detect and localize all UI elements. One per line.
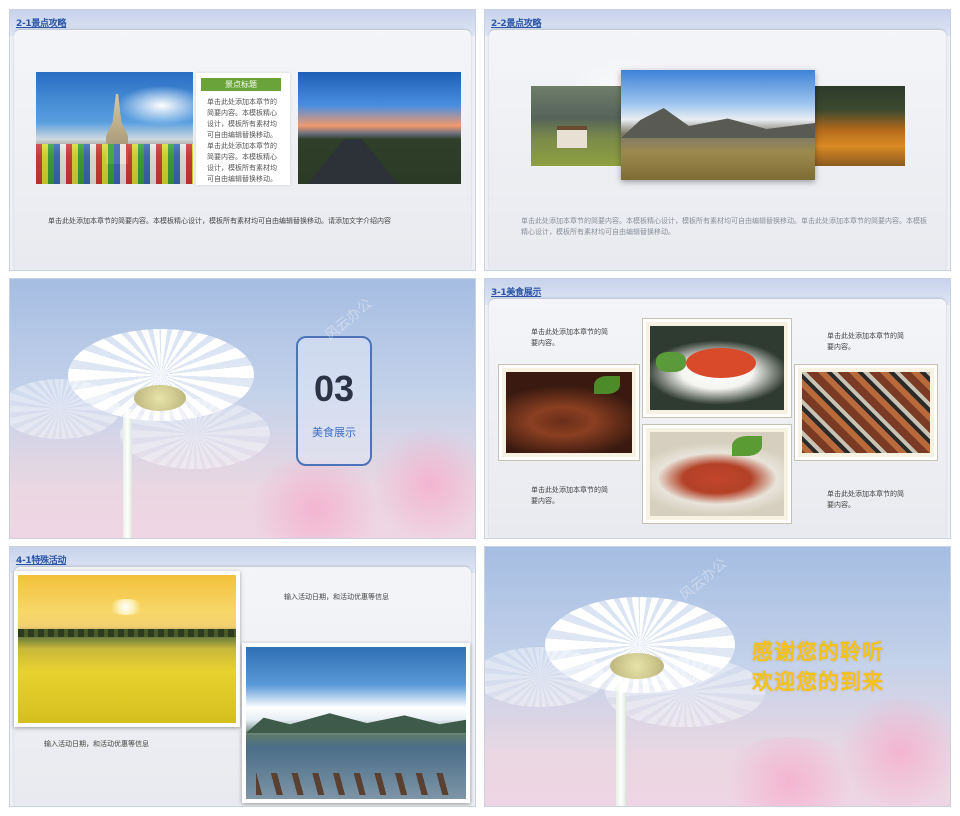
canola-field-photo[interactable] <box>14 571 240 727</box>
scenic-caption: 单击此处添加本章节的简要内容。本模板精心设计，模板所有素材均可自由编辑替换移动。… <box>48 217 391 225</box>
pink-flower <box>240 459 390 538</box>
tibet-stupa-photo[interactable] <box>36 72 193 184</box>
lobster-photo[interactable] <box>642 318 792 418</box>
sun-shape <box>108 599 144 615</box>
tree-line <box>18 629 236 637</box>
mountain-road-photo[interactable] <box>298 72 461 184</box>
watermark: 风云办公 <box>677 555 731 604</box>
slide-food[interactable]: 3-1美食展示 单击此处添加本章节的简要内容。 单击此处添加本章节的简要内容。 … <box>484 278 951 539</box>
scenic-box-text: 单击此处添加本章节的简要内容。本模板精心设计，模板所有素材均可自由编辑替换移动。… <box>207 98 277 183</box>
slide-title: 4-1特殊活动 <box>16 556 67 566</box>
section-number: 03 <box>313 368 355 409</box>
food-caption: 单击此处添加本章节的简要内容。 <box>827 332 904 351</box>
prayer-flags <box>36 144 193 184</box>
mountain-shape <box>246 713 466 733</box>
house-shape <box>557 126 587 148</box>
daisy-stem <box>616 675 626 806</box>
autumn-forest-photo[interactable] <box>815 86 905 166</box>
food-caption: 单击此处添加本章节的简要内容。 <box>531 486 608 505</box>
scenic-box-title: 景点标题 <box>201 78 281 91</box>
section-title: 美食展示 <box>312 426 356 439</box>
slide-scenic-1[interactable]: 2-1景点攻略 景点标题 单击此处添加本章节的简要内容。本模板精心设计，模板所有… <box>9 9 476 271</box>
thanks-line-2: 欢迎您的到来 <box>752 670 884 694</box>
buffet-photo[interactable] <box>794 364 938 461</box>
garnish-shape <box>594 376 620 394</box>
activity-caption-bottom: 输入活动日期，和活动优惠等信息 <box>44 740 149 748</box>
tibetan-house-photo[interactable] <box>531 86 623 166</box>
scenic-info-box[interactable]: 景点标题 单击此处添加本章节的简要内容。本模板精心设计，模板所有素材均可自由编辑… <box>196 73 290 185</box>
daisy-center <box>134 385 186 411</box>
activity-caption-top: 输入活动日期，和活动优惠等信息 <box>284 593 389 601</box>
thanks-message: 感谢您的聆听 欢迎您的到来 <box>752 637 884 697</box>
steak-photo[interactable] <box>498 364 640 461</box>
boats-shape <box>256 773 456 795</box>
food-caption: 单击此处添加本章节的简要内容。 <box>827 490 904 509</box>
slide-title: 2-1景点攻略 <box>16 19 67 29</box>
slide-scenic-2[interactable]: 2-2景点攻略 单击此处添加本章节的简要内容。本模板精心设计，模板所有素材均可自… <box>484 9 951 271</box>
braised-dish-photo[interactable] <box>642 424 792 524</box>
food-caption: 单击此处添加本章节的简要内容。 <box>531 328 608 347</box>
lobster-shape <box>686 348 756 378</box>
slide-activity[interactable]: 4-1特殊活动 输入活动日期，和活动优惠等信息 输入活动日期，和活动优惠等信息 <box>9 546 476 807</box>
slide-title: 3-1美食展示 <box>491 288 542 298</box>
valley-photo[interactable] <box>621 70 815 180</box>
garnish-shape <box>732 436 762 456</box>
daisy-stem <box>123 409 132 538</box>
thanks-line-1: 感谢您的聆听 <box>752 640 884 664</box>
slide-section-food[interactable]: 03 美食展示 风云办公 <box>9 278 476 539</box>
lake-photo[interactable] <box>242 643 470 803</box>
road-shape <box>308 139 398 184</box>
slide-thanks[interactable]: 感谢您的聆听 欢迎您的到来 风云办公 <box>484 546 951 807</box>
scenic-caption: 单击此处添加本章节的简要内容。本模板精心设计，模板所有素材均可自由编辑替换移动。… <box>521 217 927 236</box>
daisy-center <box>610 653 664 679</box>
slide-title: 2-2景点攻略 <box>491 19 542 29</box>
section-box[interactable]: 03 美食展示 <box>296 336 372 466</box>
garnish-shape <box>656 352 686 372</box>
mountain-shape <box>621 108 815 138</box>
